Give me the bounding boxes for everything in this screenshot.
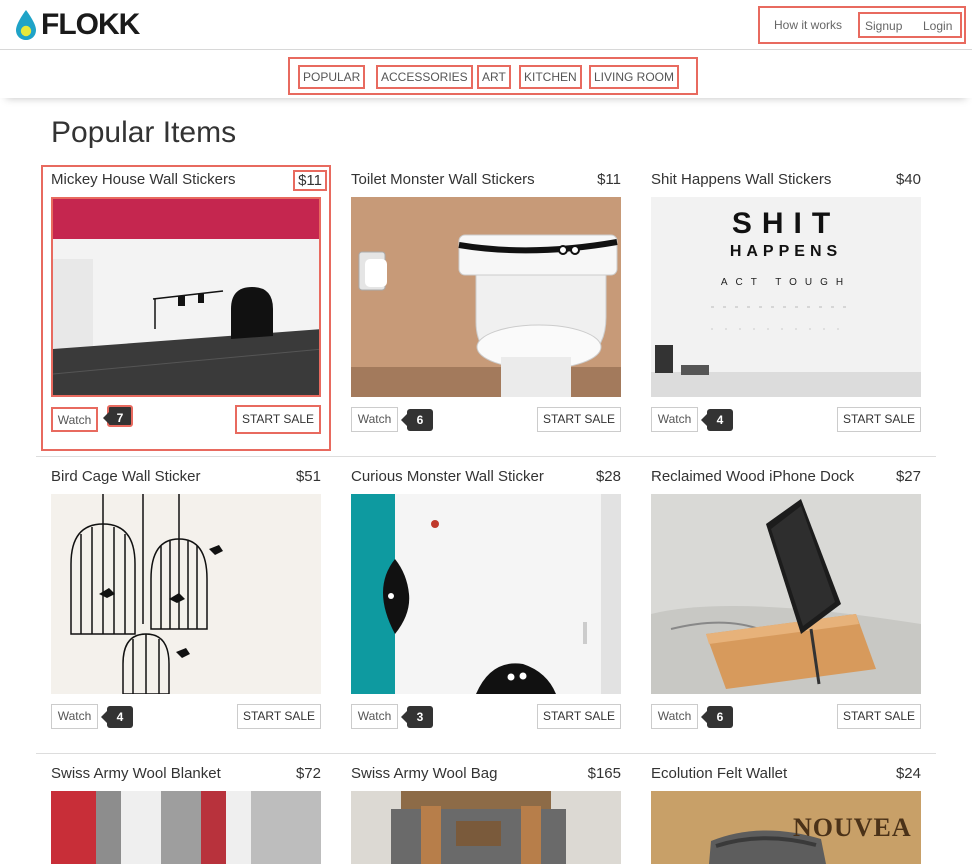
product-image[interactable]: [51, 791, 321, 864]
wool-blanket-image: [51, 791, 321, 864]
product-card: Bird Cage Wall Sticker $51 Watch 4 START…: [51, 468, 321, 734]
bird-cage-image: [70, 494, 223, 694]
top-nav: How it works Signup Login: [758, 6, 966, 44]
category-popular[interactable]: POPULAR: [298, 65, 366, 89]
start-sale-button[interactable]: START SALE: [537, 704, 621, 729]
wool-bag-image: [351, 791, 621, 864]
product-name[interactable]: Reclaimed Wood iPhone Dock: [651, 468, 854, 485]
auth-links: Signup Login: [858, 12, 962, 38]
product-card: Toilet Monster Wall Stickers $11 Watch 6…: [351, 171, 621, 437]
product-image[interactable]: [351, 197, 621, 397]
start-sale-button[interactable]: START SALE: [237, 704, 321, 729]
product-price: $72: [295, 765, 321, 782]
product-name[interactable]: Ecolution Felt Wallet: [651, 765, 787, 782]
product-name[interactable]: Swiss Army Wool Bag: [351, 765, 497, 782]
product-name[interactable]: Toilet Monster Wall Stickers: [351, 171, 535, 188]
category-bar: POPULAR ACCESSORIES ART KITCHEN LIVING R…: [0, 50, 972, 98]
product-price: $11: [293, 170, 327, 191]
watch-button[interactable]: Watch: [351, 704, 398, 729]
curious-monster-image: [351, 494, 621, 694]
product-name[interactable]: Mickey House Wall Stickers: [51, 171, 235, 188]
product-card: Reclaimed Wood iPhone Dock $27 Watch 6 S…: [651, 468, 921, 734]
start-sale-button[interactable]: START SALE: [537, 407, 621, 432]
watch-button[interactable]: Watch: [51, 704, 98, 729]
product-price: $27: [895, 468, 921, 485]
how-it-works-link[interactable]: How it works: [774, 18, 842, 32]
product-image[interactable]: [51, 494, 321, 694]
watch-count-badge: 4: [701, 409, 733, 431]
watch-button[interactable]: Watch: [651, 407, 698, 432]
product-price: $40: [895, 171, 921, 188]
product-card: Mickey House Wall Stickers $11 Watch 7 S…: [41, 165, 331, 451]
product-name[interactable]: Curious Monster Wall Sticker: [351, 468, 544, 485]
login-link[interactable]: Login: [923, 19, 952, 33]
product-price: $11: [597, 171, 621, 188]
start-sale-button[interactable]: START SALE: [837, 407, 921, 432]
category-art[interactable]: ART: [477, 65, 511, 89]
watch-button[interactable]: Watch: [351, 407, 398, 432]
product-card: Swiss Army Wool Bag $165: [351, 765, 621, 864]
wood-dock-image: [651, 494, 921, 694]
category-living-room[interactable]: LIVING ROOM: [589, 65, 680, 89]
brand-logo[interactable]: FLOKK: [14, 8, 140, 41]
product-image[interactable]: [351, 791, 621, 864]
product-image[interactable]: SHIT HAPPENS ACT TOUGH: [651, 197, 921, 397]
product-image[interactable]: [351, 494, 621, 694]
product-price: $28: [595, 468, 621, 485]
watch-count-badge: 6: [701, 706, 733, 728]
product-image[interactable]: [51, 197, 321, 397]
product-card: Ecolution Felt Wallet $24 NOUVEA: [651, 765, 921, 864]
category-kitchen[interactable]: KITCHEN: [519, 65, 582, 89]
watch-count-badge: 4: [101, 706, 133, 728]
watch-count-badge: 3: [401, 706, 433, 728]
page-title: Popular Items: [51, 116, 237, 149]
mouse-house-image: [53, 199, 319, 395]
signup-link[interactable]: Signup: [865, 19, 902, 33]
category-nav: POPULAR ACCESSORIES ART KITCHEN LIVING R…: [288, 57, 698, 95]
shelf-image: [651, 306, 921, 397]
product-card: Swiss Army Wool Blanket $72: [51, 765, 321, 864]
product-name[interactable]: Bird Cage Wall Sticker: [51, 468, 201, 485]
watch-button[interactable]: Watch: [651, 704, 698, 729]
brand-name: FLOKK: [41, 8, 140, 41]
product-price: $51: [295, 468, 321, 485]
product-card: Shit Happens Wall Stickers $40 SHIT HAPP…: [651, 171, 921, 437]
product-price: $165: [587, 765, 621, 782]
product-card: Curious Monster Wall Sticker $28 Watch 3…: [351, 468, 621, 734]
watch-count-badge: 6: [401, 409, 433, 431]
watch-button[interactable]: Watch: [51, 407, 98, 432]
header: FLOKK How it works Signup Login: [0, 0, 972, 50]
product-name[interactable]: Swiss Army Wool Blanket: [51, 765, 221, 782]
drop-logo-icon: [16, 10, 36, 40]
product-image[interactable]: [651, 494, 921, 694]
product-name[interactable]: Shit Happens Wall Stickers: [651, 171, 831, 188]
category-accessories[interactable]: ACCESSORIES: [376, 65, 473, 89]
watch-count-badge: 7: [103, 405, 133, 427]
product-image[interactable]: NOUVEA: [651, 791, 921, 864]
image-text-line1: NOUVEA: [793, 813, 912, 842]
row-divider: [36, 753, 936, 754]
start-sale-button[interactable]: START SALE: [235, 405, 321, 434]
start-sale-button[interactable]: START SALE: [837, 704, 921, 729]
product-price: $24: [895, 765, 921, 782]
row-divider: [36, 456, 936, 457]
toilet-monster-image: [351, 197, 621, 397]
